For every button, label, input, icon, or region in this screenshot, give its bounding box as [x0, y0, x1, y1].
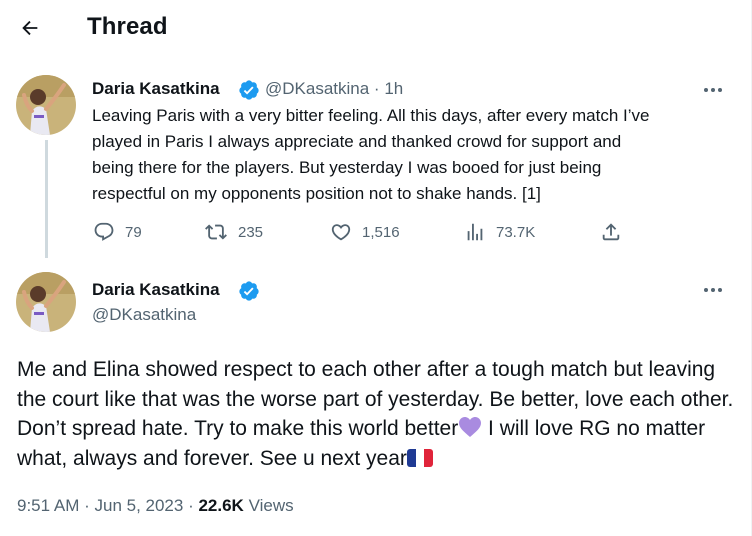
tweet2-views-count: 22.6K: [198, 496, 244, 515]
tweet1-time[interactable]: 1h: [384, 79, 403, 98]
tweet1-author-name[interactable]: Daria Kasatkina: [92, 79, 220, 99]
tweet1-handle[interactable]: @DKasatkina: [265, 79, 369, 98]
heart-icon: [331, 224, 351, 241]
tweet1-handle-time: @DKasatkina · 1h: [265, 79, 404, 98]
tweet2-date[interactable]: Jun 5, 2023: [94, 496, 183, 515]
more-dot-icon: [718, 288, 722, 292]
more-dot-icon: [704, 288, 708, 292]
retweet-count: 235: [238, 223, 264, 241]
views-count: 73.7K: [496, 223, 536, 241]
retweet-icon: [205, 224, 227, 240]
tweet2-more-button[interactable]: [700, 280, 726, 300]
reply-count: 79: [125, 223, 142, 241]
share-icon: [602, 223, 620, 241]
reply-icon: [94, 222, 114, 241]
like-count: 1,516: [362, 223, 400, 241]
analytics-bar-icon: [467, 223, 483, 241]
purple-heart-emoji-icon: [459, 417, 482, 437]
france-flag-emoji-icon: [406, 448, 433, 467]
share-button[interactable]: [600, 220, 622, 244]
back-button[interactable]: [14, 12, 46, 44]
avatar[interactable]: [16, 75, 76, 135]
tweet2-author-name[interactable]: Daria Kasatkina: [92, 280, 220, 300]
more-dot-icon: [711, 88, 715, 92]
verified-badge-icon: [239, 281, 259, 301]
more-dot-icon: [704, 88, 708, 92]
views-button[interactable]: 73.7K: [464, 220, 535, 244]
tweet2-handle[interactable]: @DKasatkina: [92, 305, 196, 325]
arrow-left-icon: [22, 20, 38, 36]
tweet1-more-button[interactable]: [700, 80, 726, 100]
avatar-image: [16, 272, 76, 332]
retweet-button[interactable]: 235: [204, 220, 263, 244]
verified-badge-icon: [239, 80, 259, 100]
like-button[interactable]: 1,516: [330, 220, 400, 244]
tweet2-text: Me and Elina showed respect to each othe…: [17, 355, 737, 473]
tweet1-text: Leaving Paris with a very bitter feeling…: [92, 106, 650, 203]
thread-connector-line: [45, 140, 48, 258]
avatar-image: [16, 75, 76, 135]
more-dot-icon: [711, 288, 715, 292]
tweet2-views-label: Views: [248, 496, 294, 515]
tweet2-metadata: 9:51 AM · Jun 5, 2023 · 22.6K Views: [17, 496, 294, 515]
avatar[interactable]: [16, 272, 76, 332]
more-dot-icon: [718, 88, 722, 92]
page-title: Thread: [87, 13, 168, 40]
thread-header: Thread: [0, 0, 752, 56]
tweet2-time[interactable]: 9:51 AM: [17, 496, 79, 515]
reply-button[interactable]: 79: [93, 220, 142, 244]
